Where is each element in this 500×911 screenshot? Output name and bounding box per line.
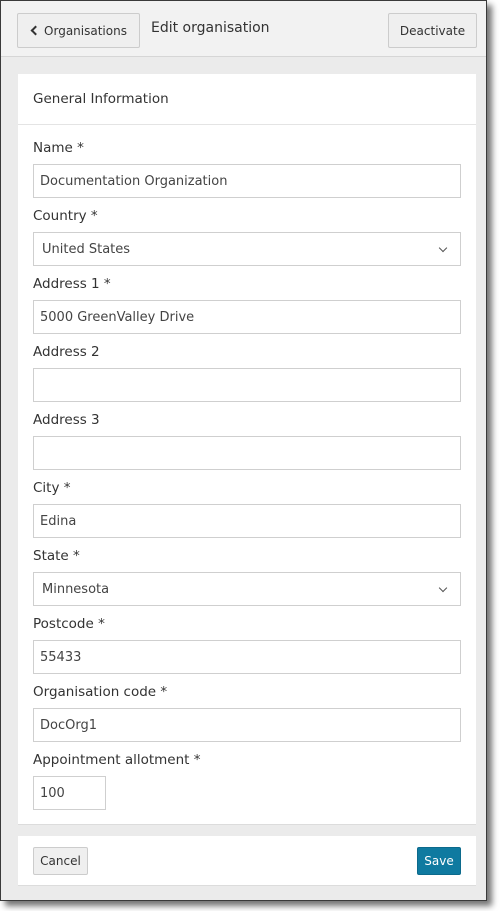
- state-value: Minnesota: [42, 581, 110, 597]
- org-code-label: Organisation code *: [33, 684, 168, 700]
- country-label: Country *: [33, 208, 98, 224]
- form-footer: Cancel Save: [18, 836, 476, 886]
- cancel-button[interactable]: Cancel: [33, 847, 88, 875]
- address2-label: Address 2: [33, 344, 100, 360]
- country-select[interactable]: United States: [33, 232, 461, 266]
- state-select[interactable]: Minnesota: [33, 572, 461, 606]
- section-title: General Information: [18, 74, 476, 125]
- address1-input[interactable]: [33, 300, 461, 334]
- page-header: Organisations Edit organisation Deactiva…: [1, 1, 486, 57]
- page-title: Edit organisation: [151, 20, 270, 36]
- chevron-left-icon: [30, 25, 41, 36]
- app-window: Organisations Edit organisation Deactiva…: [0, 0, 487, 901]
- postcode-input[interactable]: [33, 640, 461, 674]
- deactivate-button[interactable]: Deactivate: [388, 13, 477, 48]
- name-label: Name *: [33, 140, 84, 156]
- address2-input[interactable]: [33, 368, 461, 402]
- allotment-input[interactable]: [33, 776, 106, 810]
- org-code-input[interactable]: [33, 708, 461, 742]
- city-label: City *: [33, 480, 71, 496]
- general-information-card: General Information Name * Country * Uni…: [18, 74, 476, 825]
- name-input[interactable]: [33, 164, 461, 198]
- allotment-label: Appointment allotment *: [33, 752, 201, 768]
- back-button-label: Organisations: [44, 23, 127, 38]
- save-button[interactable]: Save: [417, 847, 461, 875]
- address3-input[interactable]: [33, 436, 461, 470]
- country-value: United States: [42, 241, 131, 257]
- postcode-label: Postcode *: [33, 616, 105, 632]
- chevron-down-icon: [438, 583, 448, 593]
- address3-label: Address 3: [33, 412, 100, 428]
- city-input[interactable]: [33, 504, 461, 538]
- back-to-organisations-button[interactable]: Organisations: [17, 13, 140, 48]
- state-label: State *: [33, 548, 80, 564]
- chevron-down-icon: [438, 243, 448, 253]
- address1-label: Address 1 *: [33, 276, 111, 292]
